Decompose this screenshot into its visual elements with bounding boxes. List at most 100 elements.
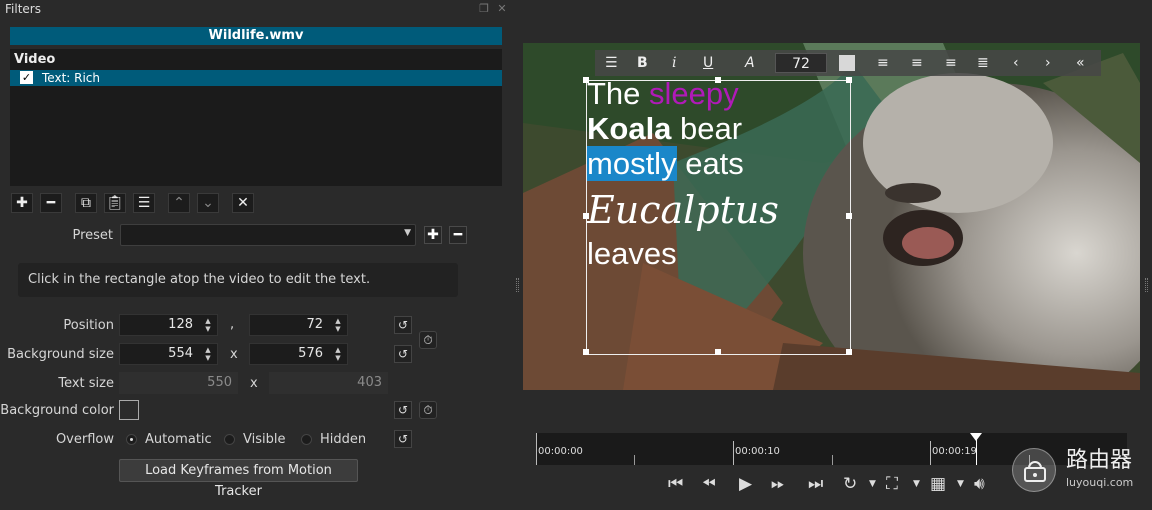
watermark-title: 路由器 (1066, 448, 1133, 473)
overlay-word: The (587, 76, 641, 111)
deselect-icon[interactable]: ✕ (232, 193, 254, 213)
skip-previous-icon[interactable]: ⏮︎ (668, 474, 683, 494)
align-justify-icon[interactable]: ≣ (977, 53, 989, 73)
overflow-visible-radio[interactable] (224, 434, 235, 445)
tick-major (733, 441, 734, 465)
preset-select[interactable]: ▼ (120, 224, 416, 246)
overlay-line-3: mostly eats (587, 146, 744, 182)
chevron-right-icon[interactable]: › (1045, 53, 1051, 73)
italic-icon[interactable]: i (672, 53, 676, 73)
rewind-icon[interactable]: ⏪︎ (702, 474, 716, 494)
overflow-label: Overflow (55, 432, 114, 447)
overlay-line-4: Eucalptus (587, 188, 779, 232)
move-down-icon[interactable]: ⌄ (197, 193, 219, 213)
background-size-label: Background size (7, 347, 114, 362)
resize-handle[interactable] (715, 349, 721, 355)
reset-background-size-icon[interactable]: ↺ (394, 345, 412, 363)
align-left-icon[interactable]: ≡ (877, 53, 889, 73)
info-message: Click in the rectangle atop the video to… (18, 263, 458, 297)
font-size-value: 72 (792, 56, 810, 72)
filter-enabled-checkbox[interactable]: ✓ (20, 71, 33, 84)
chevron-down-icon[interactable]: ▼ (869, 474, 876, 494)
reset-position-icon[interactable]: ↺ (394, 316, 412, 334)
time-label: 00:00:00 (538, 446, 583, 457)
chevron-down-icon[interactable]: ▼ (913, 474, 920, 494)
stack-icon[interactable]: ☰ (133, 193, 155, 213)
position-y-value: 72 (306, 317, 323, 332)
reset-background-color-icon[interactable]: ↺ (394, 401, 412, 419)
rich-text-toolbar: ☰ B i U A 72 ≡ ≡ ≡ ≣ ‹ › « (595, 50, 1101, 76)
splitter-handle[interactable] (516, 278, 519, 292)
reset-overflow-icon[interactable]: ↺ (394, 430, 412, 448)
time-label: 00:00:19 (932, 446, 977, 457)
list-item[interactable]: ✓ Text: Rich (10, 70, 502, 86)
play-icon[interactable]: ▶︎ (739, 474, 752, 494)
align-center-icon[interactable]: ≡ (911, 53, 923, 73)
watermark-url: luyouqi.com (1066, 476, 1134, 489)
align-right-icon[interactable]: ≡ (945, 53, 957, 73)
loop-icon[interactable]: ↻ (843, 474, 857, 494)
spin-arrows-icon[interactable]: ▲ ▼ (332, 317, 344, 333)
chevron-left-icon[interactable]: ‹ (1013, 53, 1019, 73)
resize-handle[interactable] (583, 349, 589, 355)
remove-icon[interactable]: ━ (40, 193, 62, 213)
float-icon[interactable]: ❐ (476, 2, 492, 16)
resize-handle[interactable] (846, 77, 852, 83)
background-width-input[interactable]: 554 ▲ ▼ (119, 343, 218, 365)
tick-minor (634, 455, 635, 465)
fast-forward-icon[interactable]: ⏩︎ (771, 474, 785, 494)
delete-preset-button[interactable]: ━ (449, 226, 467, 244)
background-size-separator: x (230, 347, 238, 362)
zoom-fit-icon[interactable]: ⛶ (886, 474, 898, 494)
spin-arrows-icon[interactable]: ▲ ▼ (202, 346, 214, 362)
overlay-line-5: leaves (587, 236, 677, 271)
move-up-icon[interactable]: ⌃ (168, 193, 190, 213)
text-color-swatch[interactable] (839, 55, 855, 71)
chevron-down-icon[interactable]: ▼ (957, 474, 964, 494)
volume-icon[interactable]: 🔊︎ (974, 474, 985, 494)
position-x-input[interactable]: 128 ▲ ▼ (119, 314, 218, 336)
position-y-input[interactable]: 72 ▲ ▼ (249, 314, 348, 336)
spin-arrows-icon[interactable]: ▲ ▼ (332, 346, 344, 362)
text-height-value: 403 (269, 372, 388, 394)
load-keyframes-button[interactable]: Load Keyframes from Motion Tracker (119, 459, 358, 499)
background-color-swatch[interactable] (119, 400, 139, 420)
grid-icon[interactable]: ▦ (930, 474, 946, 494)
text-size-label: Text size (58, 376, 114, 391)
resize-handle[interactable] (846, 213, 852, 219)
position-label: Position (63, 318, 114, 333)
splitter-handle[interactable] (1145, 278, 1148, 292)
overlay-word-bold: Koala (587, 111, 672, 146)
time-label: 00:00:10 (735, 446, 780, 457)
text-size-separator: x (250, 376, 258, 391)
close-icon[interactable]: ✕ (494, 2, 510, 16)
keyframe-stopwatch-icon[interactable]: ⏱︎ (419, 331, 437, 349)
background-width-value: 554 (168, 346, 193, 361)
spin-arrows-icon[interactable]: ▲ ▼ (202, 317, 214, 333)
add-icon[interactable]: ✚ (11, 193, 33, 213)
bold-icon[interactable]: B (637, 53, 648, 73)
skip-next-icon[interactable]: ⏭︎ (808, 474, 823, 494)
overlay-word-colored: sleepy (649, 76, 739, 111)
paste-icon[interactable]: 📋︎ (104, 193, 126, 213)
overflow-automatic-radio[interactable] (126, 434, 137, 445)
collapse-toolbar-icon[interactable]: « (1076, 53, 1085, 73)
text-width-value: 550 (119, 372, 238, 394)
playhead[interactable] (970, 433, 982, 465)
keyframe-stopwatch-icon[interactable]: ⏱︎ (419, 401, 437, 419)
menu-icon[interactable]: ☰ (605, 53, 618, 73)
position-x-value: 128 (168, 317, 193, 332)
save-preset-button[interactable]: ✚ (424, 226, 442, 244)
overflow-hidden-radio[interactable] (301, 434, 312, 445)
copy-icon[interactable]: ⧉ (75, 193, 97, 213)
background-height-input[interactable]: 576 ▲ ▼ (249, 343, 348, 365)
overflow-automatic-label: Automatic (145, 432, 212, 447)
font-icon[interactable]: A (745, 53, 755, 73)
background-color-label: Background color (0, 403, 114, 418)
router-logo-icon (1012, 448, 1056, 492)
filter-list[interactable]: Video ✓ Text: Rich (10, 49, 502, 186)
font-size-input[interactable]: 72 (775, 53, 827, 73)
resize-handle[interactable] (846, 349, 852, 355)
underline-icon[interactable]: U (703, 53, 713, 73)
preset-label: Preset (72, 228, 113, 243)
